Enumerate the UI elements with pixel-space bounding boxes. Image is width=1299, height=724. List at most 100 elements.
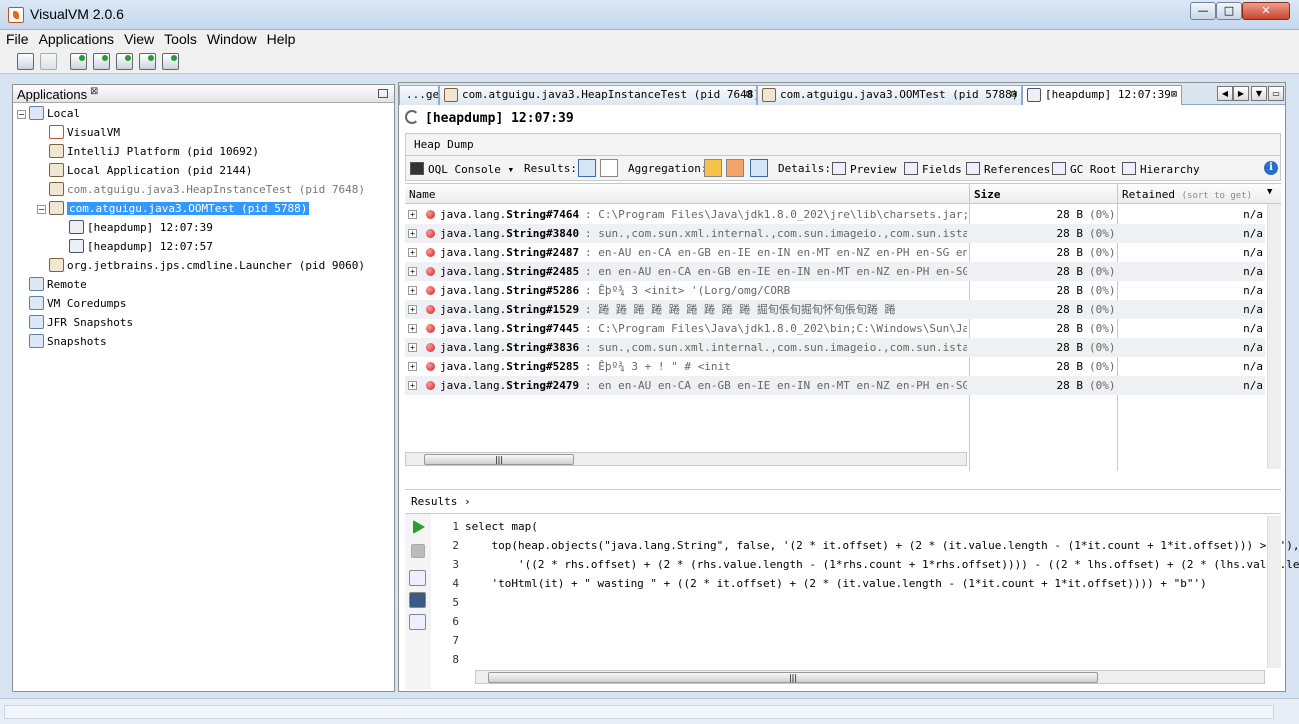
expand-row-icon[interactable]: + — [408, 362, 417, 371]
save-script-icon[interactable] — [409, 592, 426, 608]
tree-node-snapshots[interactable]: Snapshots — [29, 332, 107, 351]
text-view-icon[interactable] — [600, 159, 618, 177]
tree-node-local[interactable]: Local — [29, 104, 80, 123]
column-name[interactable]: Name — [409, 188, 436, 201]
table-horizontal-scrollbar[interactable]: ||| — [405, 452, 967, 466]
editor-horizontal-scrollbar[interactable]: ||| — [475, 670, 1265, 684]
menu-window[interactable]: Window — [201, 30, 261, 47]
table-row[interactable]: + java.lang.String#3840: sun.,com.sun.xml… — [405, 224, 1265, 243]
column-retained[interactable]: Retained (sort to get) — [1122, 188, 1252, 201]
run-query-icon[interactable] — [413, 520, 425, 534]
scrollbar-thumb[interactable]: ||| — [424, 454, 574, 465]
table-row[interactable]: + java.lang.String#2485: en en-AU en-CA e… — [405, 262, 1265, 281]
code-line[interactable]: top(heap.objects("java.lang.String", fal… — [465, 539, 1299, 552]
editor-vertical-scrollbar[interactable] — [1267, 516, 1281, 668]
scrollbar-thumb[interactable]: ||| — [488, 672, 1098, 683]
preview-toggle[interactable]: Preview — [832, 162, 896, 176]
stop-query-icon[interactable] — [411, 544, 425, 558]
hierarchy-toggle[interactable]: Hierarchy — [1122, 162, 1200, 176]
table-vertical-scrollbar[interactable] — [1267, 204, 1281, 469]
minimize-panel-icon[interactable] — [378, 89, 388, 98]
expand-row-icon[interactable]: + — [408, 267, 417, 276]
close-tab-icon[interactable]: ⊠ — [746, 86, 752, 104]
instance-name: java.lang.String#3840 — [440, 227, 580, 240]
expand-row-icon[interactable]: + — [408, 229, 417, 238]
aggregate-by-package-icon[interactable] — [726, 159, 744, 177]
expand-row-icon[interactable]: + — [408, 210, 417, 219]
save-icon[interactable] — [40, 53, 57, 70]
expand-row-icon[interactable]: + — [408, 286, 417, 295]
tab-heapinstancetest[interactable]: com.atguigu.java3.HeapInstanceTest (pid … — [439, 85, 757, 105]
tab-list-icon[interactable]: ▼ — [1251, 86, 1267, 101]
tree-node-intellij[interactable]: IntelliJ Platform (pid 10692) — [49, 142, 259, 161]
tree-node-heapdump-1[interactable]: [heapdump] 12:07:39 — [69, 218, 213, 237]
oql-editor[interactable]: 1 select map(2 top(heap.objects("java.lan… — [405, 513, 1299, 690]
code-line[interactable]: select map( — [465, 520, 538, 533]
scroll-tabs-left-icon[interactable]: ◀ — [1217, 86, 1233, 101]
add-core-dump-icon[interactable] — [116, 53, 133, 70]
aggregate-by-instance-icon[interactable] — [750, 159, 768, 177]
oql-console-dropdown[interactable]: OQL Console ▾ — [410, 162, 514, 176]
gc-root-toggle[interactable]: GC Root — [1052, 162, 1116, 176]
info-icon[interactable]: i — [1264, 161, 1278, 175]
code-line[interactable]: '((2 * rhs.offset) + (2 * (rhs.value.len… — [465, 558, 1299, 571]
tab-overflow[interactable]: ...ge — [399, 85, 439, 105]
menu-applications[interactable]: Applications — [33, 30, 119, 47]
close-button[interactable]: ✕ — [1242, 2, 1290, 20]
add-snapshot-icon[interactable] — [162, 53, 179, 70]
collapse-toggle-icon[interactable]: − — [17, 110, 26, 119]
expand-row-icon[interactable]: + — [408, 381, 417, 390]
code-line[interactable]: 'toHtml(it) + " wasting " + ((2 * it.off… — [465, 577, 1206, 590]
table-row[interactable]: + java.lang.String#2479: en en-AU en-CA e… — [405, 376, 1265, 395]
menu-file[interactable]: File — [0, 30, 33, 47]
tree-node-oomtest[interactable]: com.atguigu.java3.OOMTest (pid 5788) — [49, 199, 310, 218]
close-panel-icon[interactable]: ⊠ — [90, 86, 98, 97]
tree-node-visualvm[interactable]: VisualVM — [49, 123, 120, 142]
tree-node-heapdump-2[interactable]: [heapdump] 12:07:57 — [69, 237, 213, 256]
table-row[interactable]: + java.lang.String#1529: 踡 踡 踡 踡 踡 踡 踡 踡 … — [405, 300, 1265, 319]
close-tab-icon[interactable]: ⊠ — [1171, 86, 1177, 104]
menu-help[interactable]: Help — [261, 30, 300, 47]
add-jmx-icon[interactable] — [70, 53, 87, 70]
aggregate-by-class-icon[interactable] — [704, 159, 722, 177]
minimize-window-icon[interactable]: ▭ — [1268, 86, 1284, 101]
instance-name: java.lang.String#3836 — [440, 341, 580, 354]
load-script-icon[interactable] — [409, 570, 426, 586]
column-chooser-icon[interactable]: ▼ — [1267, 187, 1272, 197]
menu-view[interactable]: View — [118, 30, 158, 47]
minimize-button[interactable]: — — [1190, 2, 1216, 20]
add-jfr-icon[interactable] — [139, 53, 156, 70]
expand-row-icon[interactable]: + — [408, 324, 417, 333]
references-toggle[interactable]: References — [966, 162, 1050, 176]
edit-script-icon[interactable] — [409, 614, 426, 630]
add-remote-host-icon[interactable] — [93, 53, 110, 70]
results-expand-icon[interactable]: › — [464, 495, 471, 508]
tree-node-vm-coredumps[interactable]: VM Coredumps — [29, 294, 126, 313]
expand-row-icon[interactable]: + — [408, 248, 417, 257]
menu-tools[interactable]: Tools — [158, 30, 201, 47]
tab-oomtest[interactable]: com.atguigu.java3.OOMTest (pid 5788) ⊠ — [757, 85, 1022, 105]
tree-node-jps-launcher[interactable]: org.jetbrains.jps.cmdline.Launcher (pid … — [49, 256, 365, 275]
scroll-tabs-right-icon[interactable]: ▶ — [1233, 86, 1249, 101]
table-row[interactable]: + java.lang.String#7464: C:\Program Files… — [405, 205, 1265, 224]
load-snapshot-icon[interactable] — [17, 53, 34, 70]
table-row[interactable]: + java.lang.String#7445: C:\Program Files… — [405, 319, 1265, 338]
table-row[interactable]: + java.lang.String#2487: en-AU en-CA en-G… — [405, 243, 1265, 262]
maximize-button[interactable]: □ — [1216, 2, 1242, 20]
close-tab-icon[interactable]: ⊠ — [1011, 86, 1017, 104]
column-size[interactable]: Size — [974, 188, 1001, 201]
table-view-icon[interactable] — [578, 159, 596, 177]
tree-node-heapinstancetest[interactable]: com.atguigu.java3.HeapInstanceTest (pid … — [49, 180, 365, 199]
fields-toggle[interactable]: Fields — [904, 162, 962, 176]
tab-heapdump[interactable]: [heapdump] 12:07:39 ⊠ — [1022, 85, 1182, 105]
table-row[interactable]: + java.lang.String#3836: sun.,com.sun.xml… — [405, 338, 1265, 357]
expand-row-icon[interactable]: + — [408, 343, 417, 352]
tree-node-local-application[interactable]: Local Application (pid 2144) — [49, 161, 252, 180]
expand-row-icon[interactable]: + — [408, 305, 417, 314]
table-row[interactable]: + java.lang.String#5285: Êþº¾ 3 + ! " # <… — [405, 357, 1265, 376]
tree-node-jfr-snapshots[interactable]: JFR Snapshots — [29, 313, 133, 332]
collapse-toggle-icon[interactable]: − — [37, 205, 46, 214]
tree-node-remote[interactable]: Remote — [29, 275, 87, 294]
line-number: 7 — [452, 634, 459, 647]
table-row[interactable]: + java.lang.String#5286: Êþº¾ 3 <init> '(… — [405, 281, 1265, 300]
